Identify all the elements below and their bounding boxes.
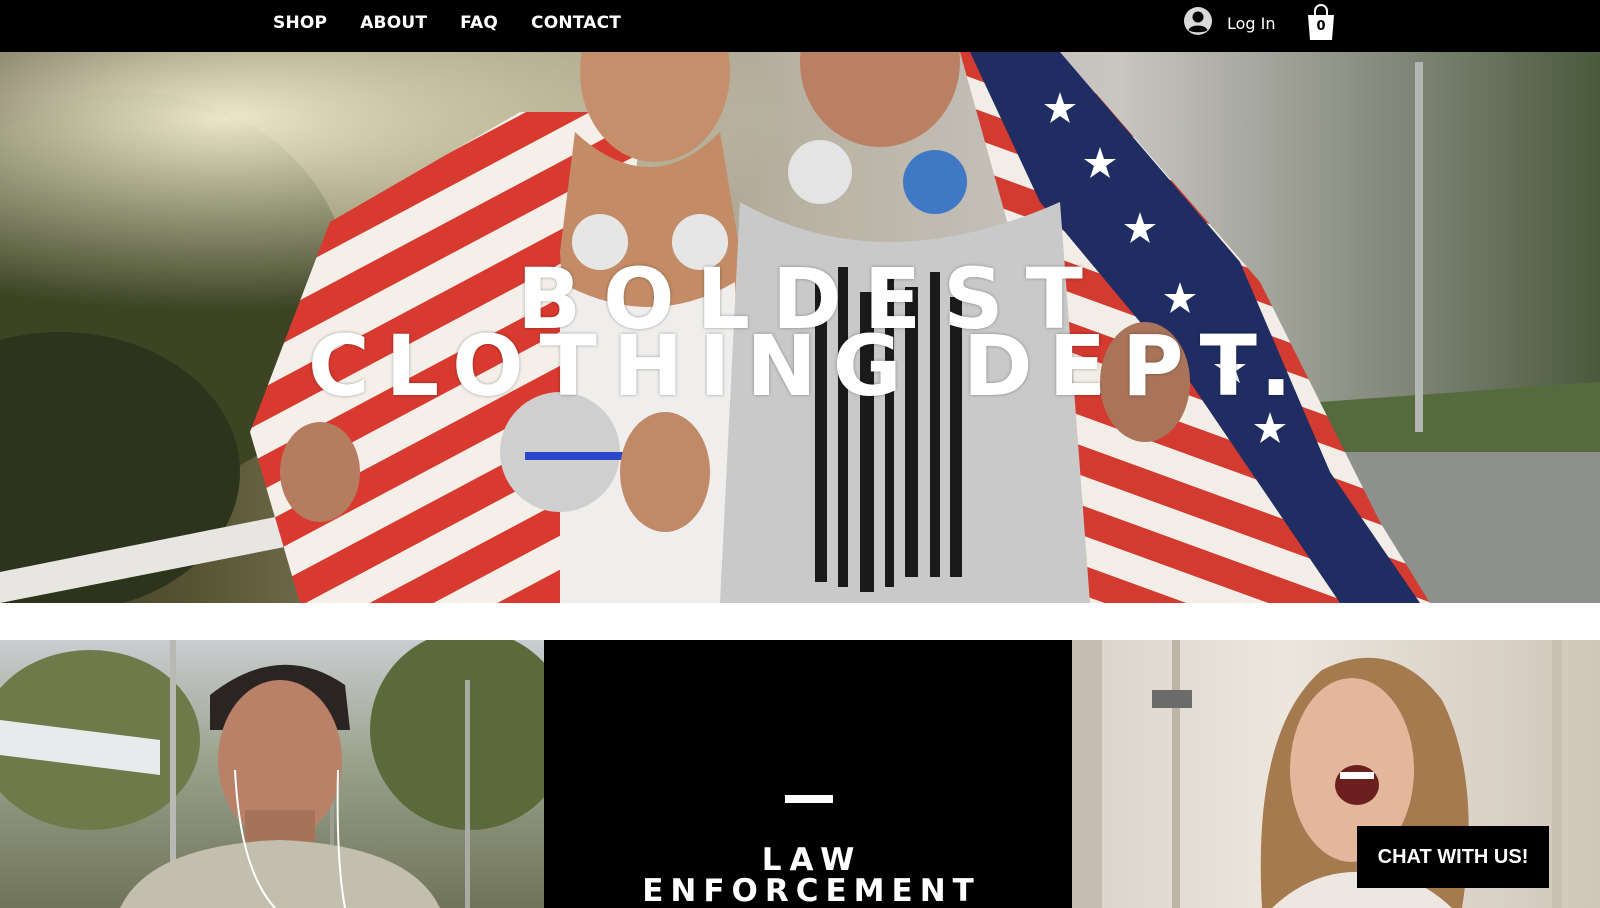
men-category-photo xyxy=(0,640,544,908)
chat-with-us-button[interactable]: CHAT WITH US! xyxy=(1357,826,1549,888)
category-title-line2: ENFORCEMENT xyxy=(642,873,981,908)
category-title-line1: LAW xyxy=(761,842,863,878)
category-panel-law-enforcement[interactable]: LAW ENFORCEMENT xyxy=(544,640,1072,908)
top-navigation-bar: SHOP ABOUT FAQ CONTACT Log In 0 xyxy=(0,0,1600,52)
decorative-dash xyxy=(785,795,833,803)
main-nav: SHOP ABOUT FAQ CONTACT xyxy=(273,0,621,46)
nav-shop-link[interactable]: SHOP xyxy=(273,13,327,33)
user-avatar-icon xyxy=(1183,6,1213,41)
nav-about-link[interactable]: ABOUT xyxy=(360,13,427,33)
nav-faq-link[interactable]: FAQ xyxy=(460,13,498,33)
nav-contact-link[interactable]: CONTACT xyxy=(531,13,621,33)
login-label: Log In xyxy=(1227,13,1276,33)
cart-count-badge: 0 xyxy=(1316,19,1326,34)
cart-button[interactable]: 0 xyxy=(1305,3,1337,41)
category-panel-men[interactable] xyxy=(0,640,544,908)
login-button[interactable]: Log In xyxy=(1183,6,1276,41)
hero-banner: BOLDEST CLOTHING DEPT. xyxy=(0,52,1600,603)
hero-title-line2: CLOTHING DEPT. xyxy=(307,317,1309,415)
